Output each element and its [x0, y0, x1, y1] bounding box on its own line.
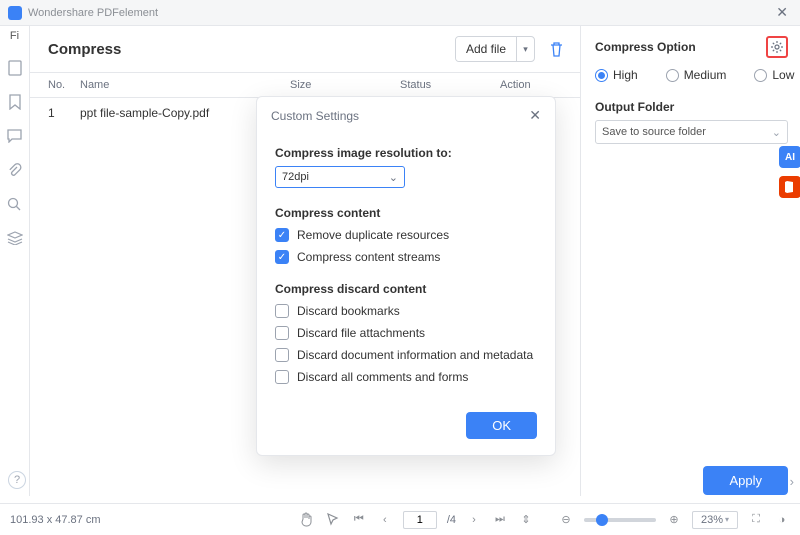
- checkbox-icon: [275, 370, 289, 384]
- output-folder-value: Save to source folder: [602, 126, 706, 138]
- collapse-panel-icon[interactable]: ›: [790, 474, 794, 489]
- resolution-select[interactable]: 72dpi: [275, 166, 405, 188]
- gear-icon: [770, 40, 784, 54]
- radio-medium-label: Medium: [684, 68, 727, 82]
- col-no: No.: [30, 79, 80, 91]
- attachment-icon[interactable]: [7, 162, 23, 178]
- left-strip-label: Fi: [10, 30, 19, 42]
- col-action: Action: [500, 79, 580, 91]
- titlebar: Wondershare PDFelement ✕: [0, 0, 800, 26]
- status-bar: 101.93 x 47.87 cm ⏮ ‹ /4 › ⏭ ⇕ ⊖ ⊕ 23%▾ …: [0, 503, 800, 535]
- resolution-label: Compress image resolution to:: [275, 146, 537, 160]
- page-input[interactable]: [403, 511, 437, 529]
- col-size: Size: [290, 79, 400, 91]
- output-folder-select[interactable]: Save to source folder: [595, 120, 788, 144]
- zoom-value-box[interactable]: 23%▾: [692, 511, 738, 529]
- hand-tool-icon[interactable]: [299, 512, 315, 527]
- page-icon[interactable]: [7, 60, 23, 76]
- radio-indicator-icon: [666, 69, 679, 82]
- radio-low[interactable]: Low: [754, 68, 794, 82]
- chk-label: Discard all comments and forms: [297, 370, 468, 384]
- window-close-icon[interactable]: ✕: [772, 4, 792, 21]
- chk-label: Compress content streams: [297, 250, 440, 264]
- col-name: Name: [80, 79, 290, 91]
- page-dimensions: 101.93 x 47.87 cm: [10, 514, 101, 526]
- comment-icon[interactable]: [7, 128, 23, 144]
- ok-button[interactable]: OK: [466, 412, 537, 439]
- custom-settings-dialog: Custom Settings ✕ Compress image resolut…: [256, 96, 556, 456]
- zoom-value: 23%: [701, 514, 723, 526]
- chk-discard-bookmarks[interactable]: Discard bookmarks: [275, 304, 537, 318]
- ai-side-icon[interactable]: AI: [779, 146, 800, 168]
- checkbox-icon: [275, 326, 289, 340]
- chk-discard-comments[interactable]: Discard all comments and forms: [275, 370, 537, 384]
- content-section-label: Compress content: [275, 206, 537, 220]
- apply-button[interactable]: Apply: [703, 466, 788, 495]
- zoom-in-icon[interactable]: ⊕: [666, 513, 682, 526]
- radio-high[interactable]: High: [595, 68, 638, 82]
- delete-icon[interactable]: [549, 41, 564, 57]
- zoom-slider[interactable]: [584, 518, 656, 522]
- compress-options-panel: Compress Option High Medium Low Output F…: [580, 26, 800, 496]
- zoom-out-icon[interactable]: ⊖: [558, 513, 574, 526]
- page-title: Compress: [48, 41, 121, 58]
- dialog-title: Custom Settings: [271, 109, 359, 123]
- prev-page-icon[interactable]: ‹: [377, 514, 393, 526]
- chk-label: Discard document information and metadat…: [297, 348, 533, 362]
- app-logo-icon: [8, 6, 22, 20]
- fullscreen-icon[interactable]: ⛶: [748, 513, 764, 526]
- radio-high-label: High: [613, 68, 638, 82]
- discard-section-label: Compress discard content: [275, 282, 537, 296]
- col-status: Status: [400, 79, 500, 91]
- page-total: /4: [447, 514, 456, 526]
- layers-icon[interactable]: [7, 230, 23, 246]
- chk-label: Discard bookmarks: [297, 304, 400, 318]
- cell-no: 1: [30, 106, 80, 120]
- add-file-dropdown-icon[interactable]: ▾: [516, 37, 534, 61]
- radio-low-label: Low: [772, 68, 794, 82]
- chk-label: Discard file attachments: [297, 326, 425, 340]
- help-icon[interactable]: ?: [8, 471, 26, 489]
- checkbox-icon: ✓: [275, 250, 289, 264]
- bookmark-icon[interactable]: [7, 94, 23, 110]
- first-page-icon[interactable]: ⏮: [351, 513, 367, 526]
- radio-medium[interactable]: Medium: [666, 68, 727, 82]
- dialog-close-icon[interactable]: ✕: [529, 107, 541, 124]
- checkbox-icon: ✓: [275, 228, 289, 242]
- radio-indicator-icon: [595, 69, 608, 82]
- left-tool-strip: Fi: [0, 26, 30, 496]
- app-title: Wondershare PDFelement: [28, 7, 158, 19]
- radio-indicator-icon: [754, 69, 767, 82]
- chk-remove-duplicate[interactable]: ✓ Remove duplicate resources: [275, 228, 537, 242]
- options-title: Compress Option: [595, 40, 696, 54]
- settings-gear-button[interactable]: [766, 36, 788, 58]
- chk-discard-metadata[interactable]: Discard document information and metadat…: [275, 348, 537, 362]
- select-tool-icon[interactable]: [325, 513, 341, 527]
- add-file-button[interactable]: Add file: [456, 37, 516, 61]
- office-side-icon[interactable]: [779, 176, 800, 198]
- checkbox-icon: [275, 304, 289, 318]
- chk-label: Remove duplicate resources: [297, 228, 449, 242]
- next-page-icon[interactable]: ›: [466, 514, 482, 526]
- table-header: No. Name Size Status Action: [30, 72, 580, 98]
- resolution-value: 72dpi: [282, 171, 309, 183]
- add-file-button-group: Add file ▾: [455, 36, 535, 62]
- chk-discard-attachments[interactable]: Discard file attachments: [275, 326, 537, 340]
- last-page-icon[interactable]: ⏭: [492, 513, 508, 526]
- checkbox-icon: [275, 348, 289, 362]
- fit-height-icon[interactable]: ⇕: [518, 513, 534, 526]
- output-folder-label: Output Folder: [595, 100, 788, 114]
- reading-mode-icon[interactable]: ◑: [774, 514, 790, 526]
- search-icon[interactable]: [7, 196, 23, 212]
- chk-content-streams[interactable]: ✓ Compress content streams: [275, 250, 537, 264]
